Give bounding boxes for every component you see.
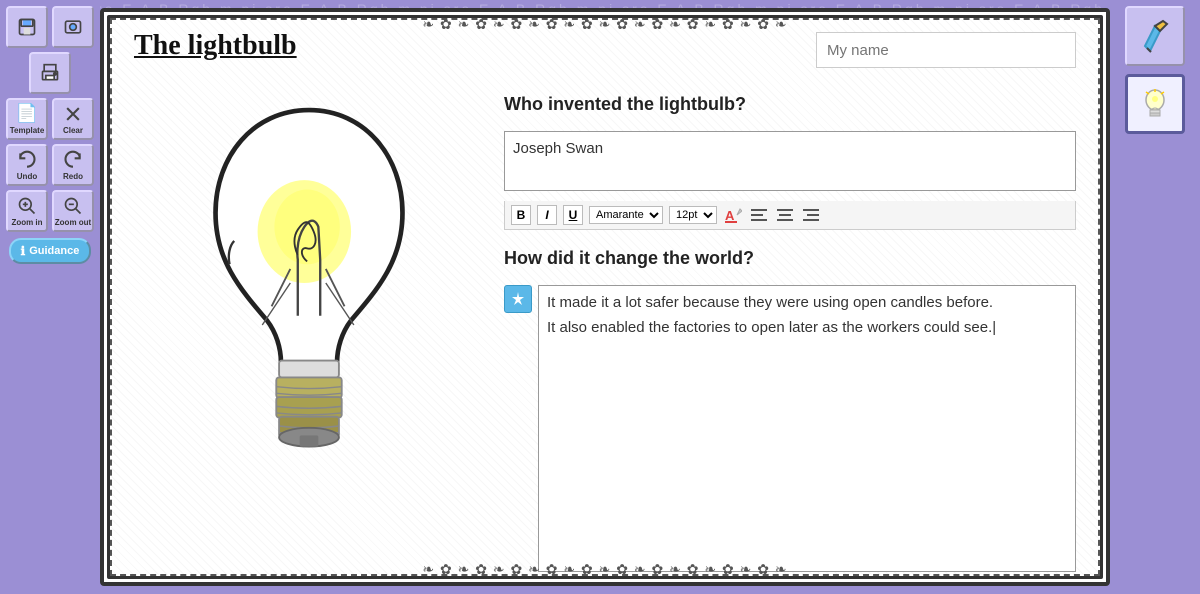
question2-answer-line1: It made it a lot safer because they were… — [547, 294, 1067, 311]
bottom-ornament: ❧ ✿ ❧ ✿ ❧ ✿ ❧ ✿ ❧ ✿ ❧ ✿ ❧ ✿ ❧ ✿ ❧ ✿ ❧ ✿ … — [104, 561, 1106, 578]
lightbulb-tool-button[interactable] — [1125, 74, 1185, 134]
question2-area: It made it a lot safer because they were… — [504, 285, 1076, 572]
question2-label: How did it change the world? — [504, 248, 1076, 269]
template-button[interactable]: 📄 Template — [6, 98, 48, 140]
magic-button[interactable] — [504, 285, 532, 313]
zoom-out-button[interactable]: Zoom out — [52, 190, 94, 232]
svg-text:A: A — [725, 208, 735, 223]
name-input-container — [504, 32, 1076, 68]
align-right-button[interactable] — [801, 205, 821, 225]
right-panel — [1110, 0, 1200, 594]
lightbulb-image — [124, 42, 494, 572]
page-title: The lightbulb — [134, 30, 297, 62]
italic-button[interactable]: I — [537, 205, 557, 225]
main-content-area: The lightbulb — [100, 8, 1110, 586]
font-select[interactable]: Amarante Arial Georgia — [589, 206, 663, 224]
formatting-toolbar: B I U Amarante Arial Georgia 12pt 14pt 1… — [504, 201, 1076, 230]
top-ornament: ❧ ✿ ❧ ✿ ❧ ✿ ❧ ✿ ❧ ✿ ❧ ✿ ❧ ✿ ❧ ✿ ❧ ✿ ❧ ✿ … — [104, 16, 1106, 33]
question1-label: Who invented the lightbulb? — [504, 94, 1076, 115]
name-input[interactable] — [816, 32, 1076, 68]
photo-button[interactable] — [52, 6, 94, 48]
question2-answer-box[interactable]: It made it a lot safer because they were… — [538, 285, 1076, 572]
bold-button[interactable]: B — [511, 205, 531, 225]
question2-answer-line2: It also enabled the factories to open la… — [547, 319, 1067, 336]
zoom-in-button[interactable]: Zoom in — [6, 190, 48, 232]
undo-button[interactable]: Undo — [6, 144, 48, 186]
print-button[interactable] — [29, 52, 71, 94]
font-color-button[interactable]: A — [723, 205, 743, 225]
question1-answer-text: Joseph Swan — [513, 140, 1067, 157]
align-center-button[interactable] — [775, 205, 795, 225]
underline-button[interactable]: U — [563, 205, 583, 225]
question1-answer-box[interactable]: Joseph Swan — [504, 131, 1076, 191]
save-button[interactable] — [6, 6, 48, 48]
questions-section: Who invented the lightbulb? Joseph Swan … — [494, 42, 1086, 572]
left-toolbar: 📄 Template Clear Undo Redo — [0, 0, 100, 594]
guidance-button[interactable]: ℹ Guidance — [9, 238, 92, 264]
pen-tool-button[interactable] — [1125, 6, 1185, 66]
align-left-button[interactable] — [749, 205, 769, 225]
redo-button[interactable]: Redo — [52, 144, 94, 186]
clear-button[interactable]: Clear — [52, 98, 94, 140]
font-size-select[interactable]: 12pt 14pt 16pt — [669, 206, 717, 224]
